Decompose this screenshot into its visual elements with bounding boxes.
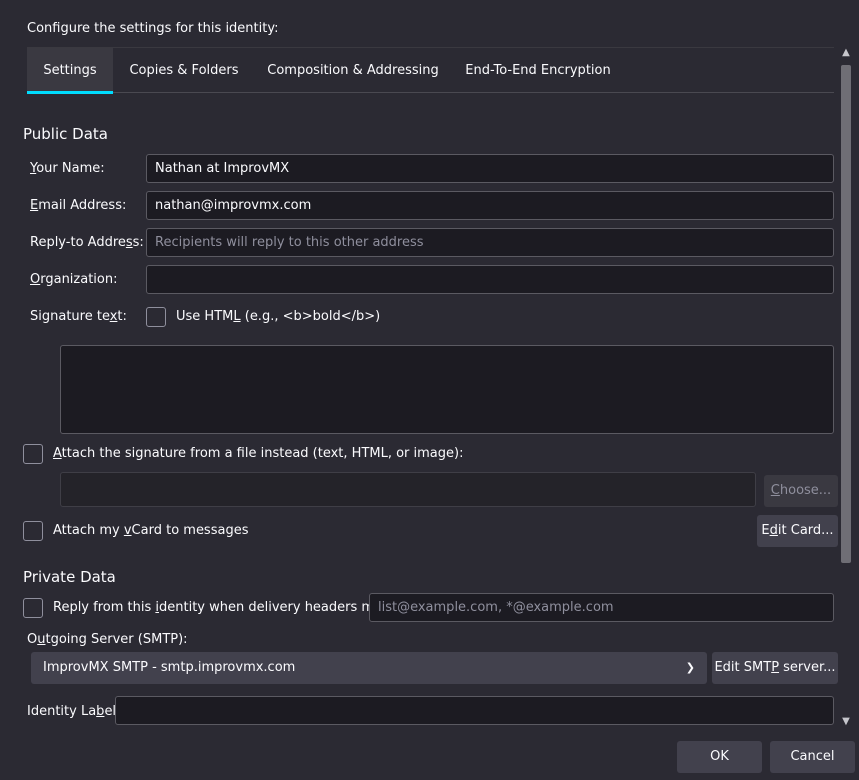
edit-card-button[interactable]: Edit Card... — [757, 515, 838, 547]
signature-file-path-input — [60, 472, 756, 507]
use-html-label: Use HTML (e.g., <b>bold</b>) — [176, 309, 381, 324]
attach-signature-file-checkbox[interactable] — [23, 444, 43, 464]
cancel-button[interactable]: Cancel — [770, 741, 855, 773]
attach-vcard-checkbox[interactable] — [23, 521, 43, 541]
reply-from-identity-checkbox[interactable] — [23, 598, 43, 618]
identity-label-input[interactable] — [115, 696, 834, 725]
public-data-title: Public Data — [23, 125, 108, 143]
reply-to-label: Reply-to Address: — [30, 235, 144, 250]
scroll-up-icon[interactable]: ▲ — [839, 47, 853, 58]
identity-settings-dialog: Configure the settings for this identity… — [0, 0, 859, 780]
organization-input[interactable] — [146, 265, 834, 294]
chevron-down-icon: ❯ — [685, 661, 695, 674]
signature-textarea[interactable] — [60, 345, 834, 434]
tab-bar: Settings Copies & Folders Composition & … — [27, 47, 834, 94]
reply-to-input[interactable]: Recipients will reply to this other addr… — [146, 228, 834, 257]
reply-from-identity-label: Reply from this identity when delivery h… — [53, 600, 407, 615]
edit-smtp-server-button[interactable]: Edit SMTP server... — [712, 652, 838, 684]
intro-text: Configure the settings for this identity… — [27, 21, 279, 36]
ok-button[interactable]: OK — [677, 741, 762, 773]
tab-settings[interactable]: Settings — [27, 48, 113, 94]
attach-vcard-label: Attach my vCard to messages — [53, 523, 249, 538]
organization-label: Organization: — [30, 272, 118, 287]
private-data-title: Private Data — [23, 568, 116, 586]
email-address-input[interactable]: nathan@improvmx.com — [146, 191, 834, 220]
outgoing-server-value: ImprovMX SMTP - smtp.improvmx.com — [43, 660, 296, 675]
attach-signature-file-label: Attach the signature from a file instead… — [53, 446, 464, 461]
your-name-input[interactable]: Nathan at ImprovMX — [146, 154, 834, 183]
scroll-thumb[interactable] — [841, 65, 851, 563]
delivery-headers-input[interactable]: list@example.com, *@example.com — [369, 593, 834, 622]
vertical-scrollbar[interactable]: ▲ ▼ — [839, 47, 853, 727]
email-address-label: Email Address: — [30, 198, 127, 213]
tab-composition-addressing[interactable]: Composition & Addressing — [262, 48, 444, 93]
your-name-label: Your Name: — [30, 161, 105, 176]
outgoing-server-label: Outgoing Server (SMTP): — [27, 632, 188, 647]
identity-label-label: Identity Label: — [27, 704, 121, 719]
scroll-down-icon[interactable]: ▼ — [839, 716, 853, 727]
use-html-checkbox[interactable] — [146, 307, 166, 327]
tab-copies-folders[interactable]: Copies & Folders — [121, 48, 247, 93]
tab-end-to-end-encryption[interactable]: End-To-End Encryption — [459, 48, 617, 93]
choose-file-button[interactable]: Choose... — [764, 475, 838, 507]
outgoing-server-select[interactable]: ImprovMX SMTP - smtp.improvmx.com ❯ — [31, 652, 707, 684]
signature-text-label: Signature text: — [30, 309, 127, 324]
